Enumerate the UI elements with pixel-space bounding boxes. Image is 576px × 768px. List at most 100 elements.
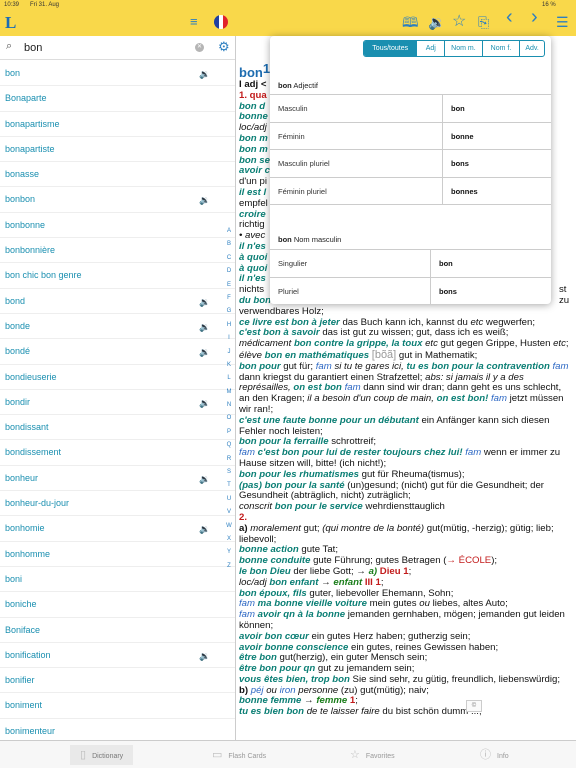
speaker-icon[interactable]: 🔉 [199, 398, 210, 409]
alphabet-letter[interactable]: J [225, 349, 233, 362]
chevron-left-icon[interactable]: ‹ [506, 7, 513, 27]
speaker-icon[interactable]: 🔉 [199, 651, 210, 662]
list-item[interactable]: bonhomme [0, 542, 235, 567]
list-item[interactable]: bondir 🔉 [0, 390, 235, 416]
alphabet-letter[interactable]: V [225, 509, 233, 522]
alphabet-index[interactable]: ABCDEFGHIJKLMNOPQRSTUVWXYZ [225, 228, 233, 576]
pos-filter-segmented-control[interactable]: Tous/toutes Adj Nom m. Nom f. Adv. [363, 40, 545, 57]
alphabet-letter[interactable]: A [225, 228, 233, 241]
list-item[interactable]: bon 🔉 [0, 61, 235, 87]
result-word: bonasse [5, 169, 40, 180]
speaker-icon[interactable]: 🔉 [199, 474, 210, 485]
form-label: Masculin [270, 95, 443, 122]
alphabet-letter[interactable]: P [225, 429, 233, 442]
speaker-icon[interactable]: 🔉 [199, 69, 210, 80]
list-item[interactable]: boni [0, 567, 235, 593]
alphabet-letter[interactable]: K [225, 362, 233, 375]
list-item[interactable]: boniche [0, 592, 235, 618]
alphabet-letter[interactable]: C [225, 255, 233, 268]
alphabet-letter[interactable]: Z [225, 563, 233, 576]
list-item[interactable]: bonapartisme [0, 112, 235, 137]
gear-icon[interactable]: ⚙ [218, 39, 230, 55]
list-item[interactable]: bonde 🔉 [0, 314, 235, 340]
list-item[interactable]: bonimenteur [0, 719, 235, 740]
alphabet-letter[interactable]: I [225, 335, 233, 348]
result-word: bonheur [5, 472, 39, 483]
alphabet-letter[interactable]: R [225, 456, 233, 469]
list-item[interactable]: bonapartiste [0, 137, 235, 163]
menu-icon[interactable]: ☰ [556, 14, 569, 30]
alphabet-letter[interactable]: L [225, 375, 233, 388]
list-item[interactable]: bon chic bon genre [0, 263, 235, 289]
speaker-icon[interactable]: 🔉 [428, 14, 445, 30]
chevron-right-icon[interactable]: › [531, 7, 538, 27]
form-row: Féminin pluriel bonnes [270, 177, 551, 205]
search-input[interactable] [24, 40, 184, 56]
tab-favorites[interactable]: ☆ Favorites [340, 745, 405, 765]
alphabet-letter[interactable]: T [225, 482, 233, 495]
speaker-icon[interactable]: 🔉 [199, 195, 210, 206]
result-word: Bonaparte [5, 93, 47, 104]
adjective-heading: bon Adjectif [278, 81, 319, 90]
alphabet-letter[interactable]: W [225, 523, 233, 536]
alphabet-letter[interactable]: N [225, 402, 233, 415]
list-item[interactable]: Bonaparte [0, 86, 235, 112]
list-item[interactable]: bonheur 🔉 [0, 466, 235, 492]
result-word: Boniface [5, 624, 41, 635]
tab-pos-filter[interactable]: Adv. [519, 41, 544, 56]
star-icon[interactable]: ☆ [452, 14, 466, 30]
alphabet-letter[interactable]: O [225, 415, 233, 428]
alphabet-letter[interactable]: B [225, 241, 233, 254]
speaker-icon[interactable]: 🔉 [199, 322, 210, 333]
list-item[interactable]: bonheur-du-jour [0, 491, 235, 517]
alphabet-letter[interactable]: Q [225, 442, 233, 455]
list-item[interactable]: bond 🔉 [0, 289, 235, 314]
alphabet-letter[interactable]: S [225, 469, 233, 482]
info-icon: ⓘ [480, 749, 491, 761]
list-item[interactable]: bonifier [0, 668, 235, 694]
tab-info[interactable]: ⓘ Info [470, 745, 519, 765]
tab-flash-cards[interactable]: ▭ Flash Cards [202, 745, 276, 765]
form-label: Pluriel [270, 277, 431, 304]
list-icon[interactable]: ≡ [190, 14, 198, 30]
list-item[interactable]: Boniface [0, 618, 235, 643]
tab-bar: ▯ Dictionary ▭ Flash Cards ☆ Favorites ⓘ Info [0, 740, 576, 768]
list-item[interactable]: bondieuserie [0, 365, 235, 390]
language-flag-icon[interactable] [214, 15, 228, 29]
alphabet-letter[interactable]: G [225, 308, 233, 321]
list-item[interactable]: bonbonnière [0, 238, 235, 264]
book-icon[interactable]: 🕮 [402, 14, 419, 30]
list-item[interactable]: bonification 🔉 [0, 643, 235, 669]
tab-pos-filter[interactable]: Nom f. [481, 41, 520, 56]
tab-pos-filter[interactable]: Nom m. [444, 41, 482, 56]
speaker-icon[interactable]: 🔉 [199, 347, 210, 358]
list-item[interactable]: bondissant [0, 415, 235, 441]
speaker-icon[interactable]: 🔉 [199, 524, 210, 535]
alphabet-letter[interactable]: Y [225, 549, 233, 562]
alphabet-letter[interactable]: D [225, 268, 233, 281]
list-item[interactable]: bondé 🔉 [0, 339, 235, 365]
tab-label: Dictionary [92, 753, 124, 760]
alphabet-letter[interactable]: F [225, 295, 233, 308]
copyright-tab[interactable]: © [466, 700, 482, 712]
list-item[interactable]: boniment [0, 693, 235, 719]
alphabet-letter[interactable]: M [225, 389, 233, 402]
tab-dictionary[interactable]: ▯ Dictionary [70, 745, 134, 765]
result-word: bondissant [5, 422, 49, 433]
tab-pos-filter[interactable]: Tous/toutes [364, 41, 417, 56]
tab-pos-filter[interactable]: Adj [416, 41, 444, 56]
list-item[interactable]: bonbonne [0, 213, 235, 239]
alphabet-letter[interactable]: X [225, 536, 233, 549]
word-list-panel: ⌕ ✕ ⚙ bon 🔉 Bonaparte bonapartisme bonaparti… [0, 36, 236, 740]
list-item[interactable]: bonbon 🔉 [0, 187, 235, 213]
alphabet-letter[interactable]: H [225, 322, 233, 335]
add-folder-icon[interactable]: ⎘ [478, 14, 489, 30]
alphabet-letter[interactable]: U [225, 496, 233, 509]
list-item[interactable]: bonasse [0, 162, 235, 188]
clear-icon[interactable]: ✕ [195, 43, 204, 52]
form-row: Pluriel bons [270, 277, 551, 304]
alphabet-letter[interactable]: E [225, 282, 233, 295]
list-item[interactable]: bondissement [0, 440, 235, 466]
speaker-icon[interactable]: 🔉 [199, 297, 210, 308]
list-item[interactable]: bonhomie 🔉 [0, 516, 235, 542]
